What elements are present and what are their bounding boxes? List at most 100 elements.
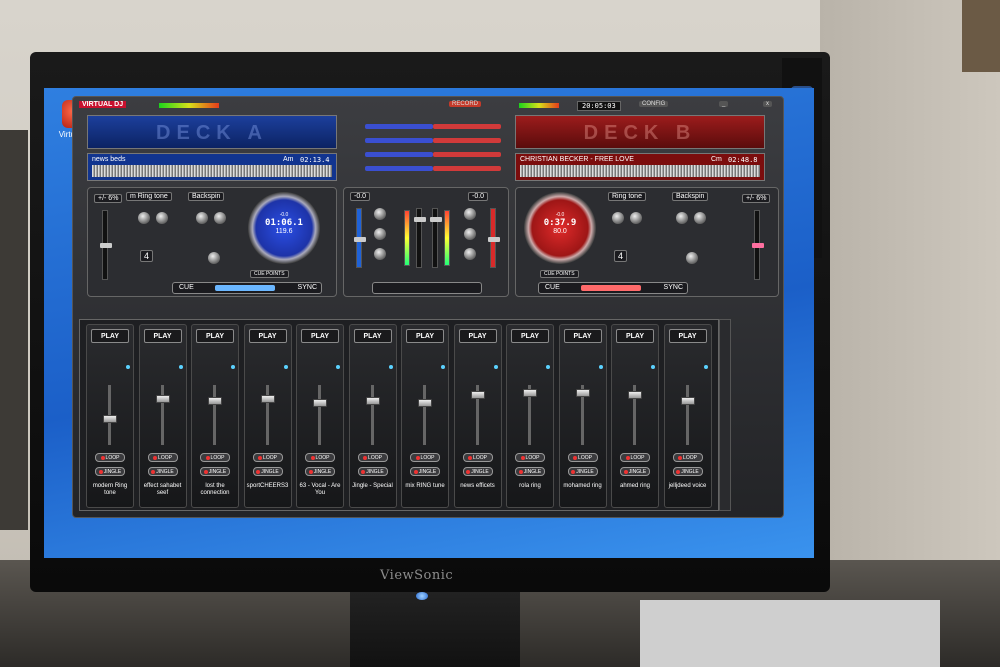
eq-knob[interactable] (374, 208, 386, 220)
sampler-loop-button[interactable]: LOOP (462, 453, 493, 462)
deck-b-sampler-effect[interactable]: Ring tone (608, 192, 646, 201)
deck-b-sync-button[interactable]: SYNC (664, 284, 683, 291)
deck-a-sync-button[interactable]: SYNC (298, 284, 317, 291)
sampler-loop-button[interactable]: LOOP (147, 453, 178, 462)
knob[interactable] (612, 212, 624, 224)
sampler-play-button[interactable]: PLAY (143, 329, 182, 343)
sampler-play-button[interactable]: PLAY (353, 329, 392, 343)
deck-a-sampler-effect[interactable]: m Ring tone (126, 192, 172, 201)
sampler-play-button[interactable]: PLAY (563, 329, 602, 343)
sampler-jingle-button[interactable]: JINGLE (200, 467, 230, 476)
sampler-jingle-button[interactable]: JINGLE (357, 467, 388, 476)
deck-a-waveform[interactable]: DECK A (87, 115, 337, 149)
sampler-jingle-button[interactable]: JINGLE (515, 467, 545, 476)
sampler-loop-button[interactable]: LOOP (672, 453, 703, 462)
deck-b-waveform[interactable]: DECK B (515, 115, 765, 149)
record-button[interactable]: RECORD (449, 101, 482, 107)
sampler-scrollbar[interactable] (719, 319, 731, 511)
sampler-play-button[interactable]: PLAY (301, 329, 339, 343)
channel-a-fader[interactable] (414, 208, 426, 268)
sampler-volume-fader[interactable] (418, 399, 432, 407)
sampler-slot-name: jelljdeed voice (668, 483, 707, 489)
knob[interactable] (630, 212, 642, 224)
channel-b-fader[interactable] (430, 208, 442, 268)
knob[interactable] (196, 212, 208, 224)
eq-knob[interactable] (464, 228, 476, 240)
center-meter-row (355, 123, 505, 131)
sampler-loop-button[interactable]: LOOP (567, 453, 598, 462)
sampler-play-button[interactable]: PLAY (458, 329, 497, 343)
eq-knob[interactable] (464, 248, 476, 260)
eq-knob[interactable] (374, 248, 386, 260)
sampler-play-button[interactable]: PLAY (668, 329, 707, 343)
sampler-play-button[interactable]: PLAY (196, 329, 234, 343)
deck-b-loop-value[interactable]: 4 (614, 250, 628, 262)
sampler-loop-button[interactable]: LOOP (305, 453, 335, 462)
sampler-jingle-button[interactable]: JINGLE (252, 467, 283, 476)
gain-a-slider[interactable] (354, 208, 366, 268)
sampler-volume-fader[interactable] (365, 397, 380, 405)
deck-a-play-button[interactable] (215, 285, 275, 291)
sampler-volume-fader[interactable] (628, 391, 642, 399)
sampler-jingle-button[interactable]: JINGLE (462, 467, 493, 476)
sampler-volume-fader[interactable] (575, 389, 590, 397)
crossfader[interactable] (372, 282, 482, 294)
deck-a-cue-button[interactable]: CUE (179, 284, 194, 291)
gain-b-slider[interactable] (488, 208, 500, 268)
sampler-jingle-button[interactable]: JINGLE (305, 467, 335, 476)
sampler-volume-fader[interactable] (313, 399, 327, 407)
deck-b-jog-wheel[interactable]: -0.0 0:37.9 80.0 (524, 192, 596, 264)
eq-knob[interactable] (464, 208, 476, 220)
sampler-loop-button[interactable]: LOOP (252, 453, 283, 462)
deck-a-effect[interactable]: Backspin (188, 192, 225, 201)
sampler-volume-fader[interactable] (470, 391, 485, 399)
knob[interactable] (694, 212, 706, 224)
sampler-loop-button[interactable]: LOOP (200, 453, 230, 462)
sampler-play-button[interactable]: PLAY (248, 329, 287, 343)
sampler-volume-fader[interactable] (680, 397, 695, 405)
sampler-jingle-button[interactable]: JINGLE (147, 467, 178, 476)
knob[interactable] (208, 252, 220, 264)
sampler-loop-button[interactable]: LOOP (95, 453, 125, 462)
power-led-icon[interactable] (416, 592, 428, 600)
sampler-loop-button[interactable]: LOOP (620, 453, 650, 462)
deck-a-jog-wheel[interactable]: -0.0 01:06.1 119.6 (248, 192, 320, 264)
knob[interactable] (138, 212, 150, 224)
knob[interactable] (686, 252, 698, 264)
deck-b-cue-button[interactable]: CUE (545, 284, 560, 291)
deck-b-play-button[interactable] (581, 285, 641, 291)
deck-b-cue-points[interactable]: CUE POINTS (540, 270, 579, 278)
sampler-play-button[interactable]: PLAY (511, 329, 549, 343)
knob[interactable] (156, 212, 168, 224)
sampler-volume-fader[interactable] (260, 395, 275, 403)
deck-b-progress-waveform[interactable] (520, 165, 760, 177)
sampler-loop-button[interactable]: LOOP (357, 453, 388, 462)
sampler-play-button[interactable]: PLAY (406, 329, 444, 343)
deck-a-cue-points[interactable]: CUE POINTS (250, 270, 289, 278)
sampler-play-button[interactable]: PLAY (616, 329, 654, 343)
deck-a-pitch-slider[interactable] (100, 210, 112, 280)
close-button[interactable]: x (763, 101, 772, 107)
sampler-volume-fader[interactable] (208, 397, 222, 405)
sampler-loop-button[interactable]: LOOP (410, 453, 440, 462)
sampler-volume-fader[interactable] (523, 389, 537, 397)
sampler-jingle-button[interactable]: JINGLE (567, 467, 598, 476)
sampler-jingle-button[interactable]: JINGLE (410, 467, 440, 476)
minimize-button[interactable]: _ (719, 101, 729, 107)
deck-a-progress-waveform[interactable] (92, 165, 332, 177)
sampler-led (651, 365, 655, 369)
config-button[interactable]: CONFIG (639, 101, 669, 107)
sampler-volume-fader[interactable] (155, 395, 170, 403)
sampler-jingle-button[interactable]: JINGLE (672, 467, 703, 476)
deck-b-pitch-slider[interactable] (752, 210, 764, 280)
deck-b-effect[interactable]: Backspin (672, 192, 709, 201)
sampler-volume-fader[interactable] (103, 415, 117, 423)
deck-a-loop-value[interactable]: 4 (140, 250, 154, 262)
eq-knob[interactable] (374, 228, 386, 240)
sampler-jingle-button[interactable]: JINGLE (95, 467, 125, 476)
knob[interactable] (214, 212, 226, 224)
knob[interactable] (676, 212, 688, 224)
sampler-jingle-button[interactable]: JINGLE (620, 467, 650, 476)
sampler-play-button[interactable]: PLAY (91, 329, 129, 343)
sampler-loop-button[interactable]: LOOP (515, 453, 545, 462)
